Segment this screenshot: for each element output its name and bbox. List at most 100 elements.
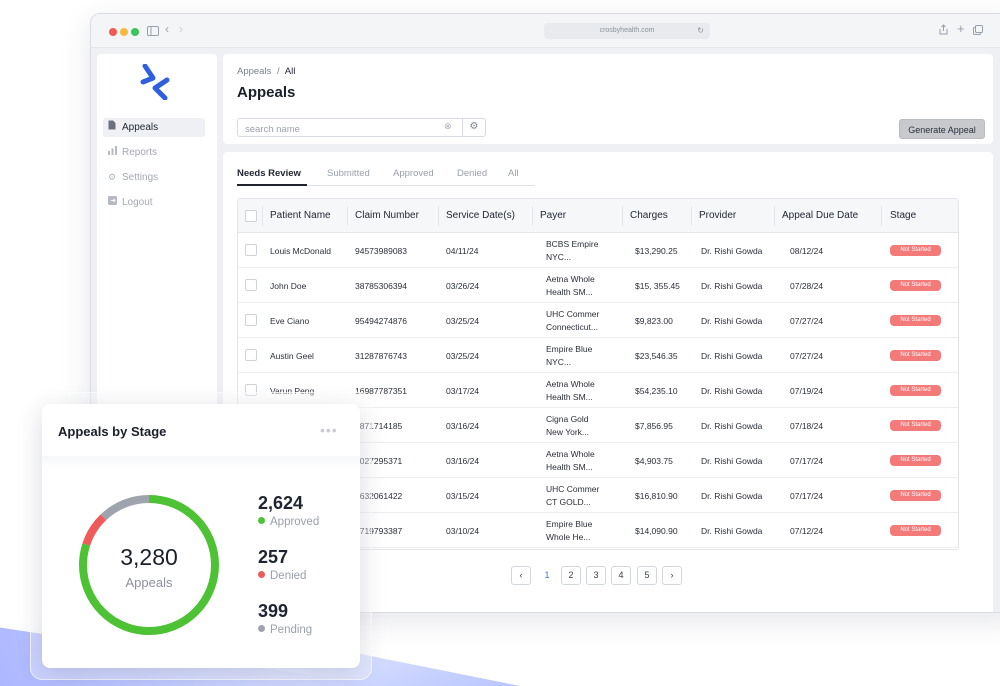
bar-chart-icon: [108, 143, 117, 162]
column-header-patient-name[interactable]: Patient Name: [270, 210, 331, 221]
url-text: crosbyhealth.com: [599, 27, 655, 34]
page-4-button[interactable]: 4: [611, 566, 631, 585]
maximize-window-button[interactable]: [131, 28, 139, 36]
charges-cell: $13,290.25: [635, 246, 678, 256]
generate-appeal-button[interactable]: Generate Appeal: [899, 119, 985, 139]
table-row[interactable]: Eve Ciano 95494274876 03/25/24 $9,823.00 Dr.…: [238, 303, 958, 338]
service-date-cell: 03/16/24: [446, 421, 480, 431]
provider-cell: Dr. Rishi Gowda: [701, 351, 763, 361]
payer-cell: Health SM...: [546, 462, 593, 472]
column-header-payer[interactable]: Payer: [540, 210, 566, 221]
breadcrumb-parent[interactable]: Appeals: [237, 66, 271, 77]
claim-number-cell: 95494274876: [355, 316, 408, 326]
sidebar-toggle-icon[interactable]: [147, 24, 159, 39]
row-checkbox[interactable]: [245, 279, 257, 291]
charges-cell: $23,546.35: [635, 351, 678, 361]
row-checkbox[interactable]: [245, 314, 257, 326]
table-row[interactable]: Austin Geel 31287876743 03/25/24 $23,546.35…: [238, 338, 958, 373]
column-header-charges[interactable]: Charges: [630, 210, 668, 221]
charges-cell: $9,823.00: [635, 316, 673, 326]
row-checkbox[interactable]: [245, 349, 257, 361]
prev-page-button[interactable]: ‹: [511, 566, 531, 585]
payer-cell: UHC Commer: [546, 484, 600, 494]
column-header-claim-number[interactable]: Claim Number: [355, 210, 419, 221]
due-date-cell: 07/17/24: [790, 456, 824, 466]
charges-cell: $7,856.95: [635, 421, 673, 431]
stage-badge: Not Started: [890, 420, 941, 431]
page-2-button[interactable]: 2: [561, 566, 581, 585]
column-header-stage[interactable]: Stage: [890, 210, 916, 221]
page-title: Appeals: [237, 84, 296, 101]
search-input[interactable]: [238, 121, 438, 138]
sidebar-item-logout[interactable]: Logout: [103, 193, 205, 212]
payer-cell: Cigna Gold: [546, 414, 589, 424]
service-date-cell: 03/17/24: [446, 386, 480, 396]
browser-titlebar: ‹ › crosbyhealth.com ↻ +: [91, 14, 1000, 48]
tab-submitted[interactable]: Submitted: [327, 168, 370, 179]
row-checkbox[interactable]: [245, 244, 257, 256]
denied-dot-icon: [258, 571, 265, 578]
stage-badge: Not Started: [890, 490, 941, 501]
tab-all[interactable]: All: [508, 168, 519, 179]
sidebar-item-label: Logout: [122, 197, 153, 208]
payer-cell: Empire Blue: [546, 519, 593, 529]
pending-label: Pending: [270, 624, 313, 636]
sidebar-item-reports[interactable]: Reports: [103, 143, 205, 162]
total-appeals-value: 3,280: [120, 544, 178, 570]
charges-cell: $4,903.75: [635, 456, 673, 466]
page-1-button[interactable]: 1: [537, 566, 557, 585]
minimize-window-button[interactable]: [120, 28, 128, 36]
logout-icon: [108, 193, 117, 212]
card-title: Appeals by Stage: [58, 424, 167, 439]
more-options-icon[interactable]: •••: [320, 422, 338, 438]
search-settings-button[interactable]: ⚙: [462, 118, 485, 137]
share-icon[interactable]: [939, 23, 948, 38]
stage-badge: Not Started: [890, 385, 941, 396]
column-header-service-dates[interactable]: Service Date(s): [446, 210, 515, 221]
back-icon[interactable]: ‹: [165, 22, 169, 36]
tab-needs-review[interactable]: Needs Review: [237, 168, 301, 179]
denied-label: Denied: [270, 570, 307, 582]
column-divider: [532, 207, 533, 225]
service-date-cell: 03/25/24: [446, 351, 480, 361]
approved-count: 2,624: [258, 493, 304, 513]
due-date-cell: 07/12/24: [790, 526, 824, 536]
column-divider: [881, 207, 882, 225]
forward-icon[interactable]: ›: [179, 22, 183, 36]
column-header-provider[interactable]: Provider: [699, 210, 736, 221]
clear-search-icon[interactable]: ⊗: [444, 121, 452, 132]
tab-approved[interactable]: Approved: [393, 168, 434, 179]
payer-cell: Connecticut...: [546, 322, 598, 332]
approved-dot-icon: [258, 517, 265, 524]
breadcrumb-separator: /: [276, 66, 280, 77]
column-header-appeal-due-date[interactable]: Appeal Due Date: [782, 210, 858, 221]
next-page-button[interactable]: ›: [662, 566, 682, 585]
table-row[interactable]: John Doe 38785306394 03/26/24 $15, 355.45 Dr…: [238, 268, 958, 303]
tabs-overview-icon[interactable]: [973, 23, 983, 38]
due-date-cell: 07/18/24: [790, 421, 824, 431]
select-all-checkbox[interactable]: [245, 210, 257, 222]
page-3-button[interactable]: 3: [586, 566, 606, 585]
tab-denied[interactable]: Denied: [457, 168, 487, 179]
column-divider: [622, 207, 623, 225]
search-box: ⊗ ⚙: [237, 118, 486, 138]
provider-cell: Dr. Rishi Gowda: [701, 491, 763, 501]
document-icon: [108, 118, 116, 137]
payer-cell: Health SM...: [546, 392, 593, 402]
sidebar-item-appeals[interactable]: Appeals: [103, 118, 205, 137]
page-5-button[interactable]: 5: [637, 566, 657, 585]
address-bar[interactable]: crosbyhealth.com ↻: [544, 23, 710, 39]
column-divider: [774, 207, 775, 225]
new-tab-icon[interactable]: +: [957, 21, 965, 36]
sidebar-item-settings[interactable]: ⚙ Settings: [103, 168, 205, 187]
table-header: Patient Name Claim Number Service Date(s…: [238, 199, 958, 233]
table-row[interactable]: Louis McDonald 94573989083 04/11/24 $13,290…: [238, 233, 958, 268]
service-date-cell: 03/16/24: [446, 456, 480, 466]
breadcrumb-current: All: [284, 66, 296, 77]
stage-badge: Not Started: [890, 350, 941, 361]
column-divider: [347, 207, 348, 225]
close-window-button[interactable]: [109, 28, 117, 36]
payer-cell: UHC Commer: [546, 309, 600, 319]
due-date-cell: 08/12/24: [790, 246, 824, 256]
refresh-icon[interactable]: ↻: [697, 23, 704, 39]
